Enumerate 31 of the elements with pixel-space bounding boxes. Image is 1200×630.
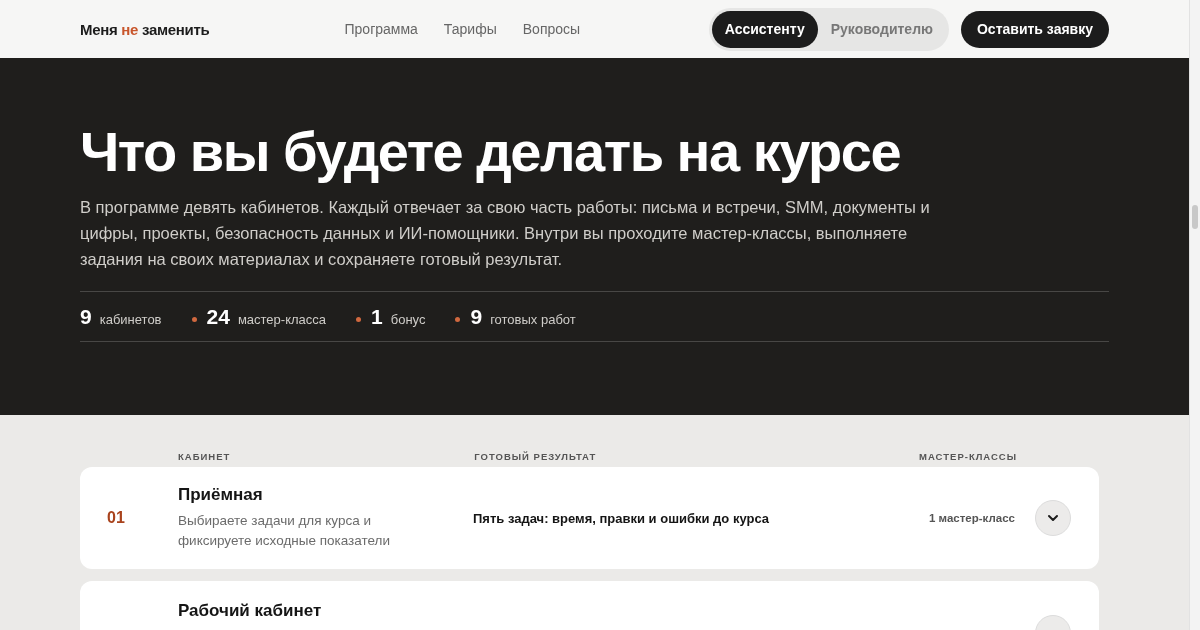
audience-tab[interactable]: Руководителю	[817, 10, 946, 48]
hero-description: В программе девять кабинетов. Каждый отвечает за свою часть работы: письма и встречи, SMM, документы и цифры, проекты, безопасность данных и ИИ-помощники. Внутри вы проходите мастер-классы, выполняете задания на своих материалах и сохраняете готовый результат.	[80, 197, 931, 270]
nav-link[interactable]: Вопросы	[522, 21, 581, 37]
cabinet-title: Приёмная	[178, 485, 264, 505]
stat-label: мастер-класса	[237, 311, 327, 327]
stat-value: 1	[371, 304, 383, 329]
column-header: ГОТОВЫЙ РЕЗУЛЬТАТ	[474, 450, 597, 462]
stat-label: кабинетов	[99, 311, 162, 327]
column-header: КАБИНЕТ	[178, 450, 231, 462]
stat-label: бонус	[390, 311, 426, 327]
column-header: МАСТЕР-КЛАССЫ	[919, 450, 1017, 462]
audience-tab[interactable]: Ассистенту	[711, 10, 818, 48]
hero-title: Что вы будете делать на курсе	[80, 120, 902, 184]
apply-button[interactable]: Оставить заявку	[961, 10, 1109, 48]
class-count: 1 мастер-класс	[929, 512, 1015, 524]
stat-value: 9	[80, 304, 92, 329]
bullet-icon	[455, 317, 461, 322]
scrollbar[interactable]	[1189, 0, 1200, 630]
stat-value: 9	[470, 304, 483, 329]
result-text: Пять задач: время, правки и ошибки до курса	[473, 510, 770, 526]
cabinet-description: Выбираете задачи для курса и фиксируете исходные показатели	[178, 512, 391, 550]
cabinet-number: 01	[107, 509, 126, 527]
cabinet-title: Рабочий кабинет	[178, 601, 323, 621]
expand-button[interactable]	[1035, 500, 1071, 536]
stat-label: готовых работ	[490, 311, 576, 327]
logo[interactable]: Меня не заменить	[80, 20, 210, 38]
nav-link[interactable]: Тарифы	[443, 21, 497, 37]
bullet-icon	[191, 317, 197, 322]
stat-value: 24	[206, 304, 230, 329]
bullet-icon	[356, 317, 362, 322]
nav-link[interactable]: Программа	[344, 21, 418, 37]
